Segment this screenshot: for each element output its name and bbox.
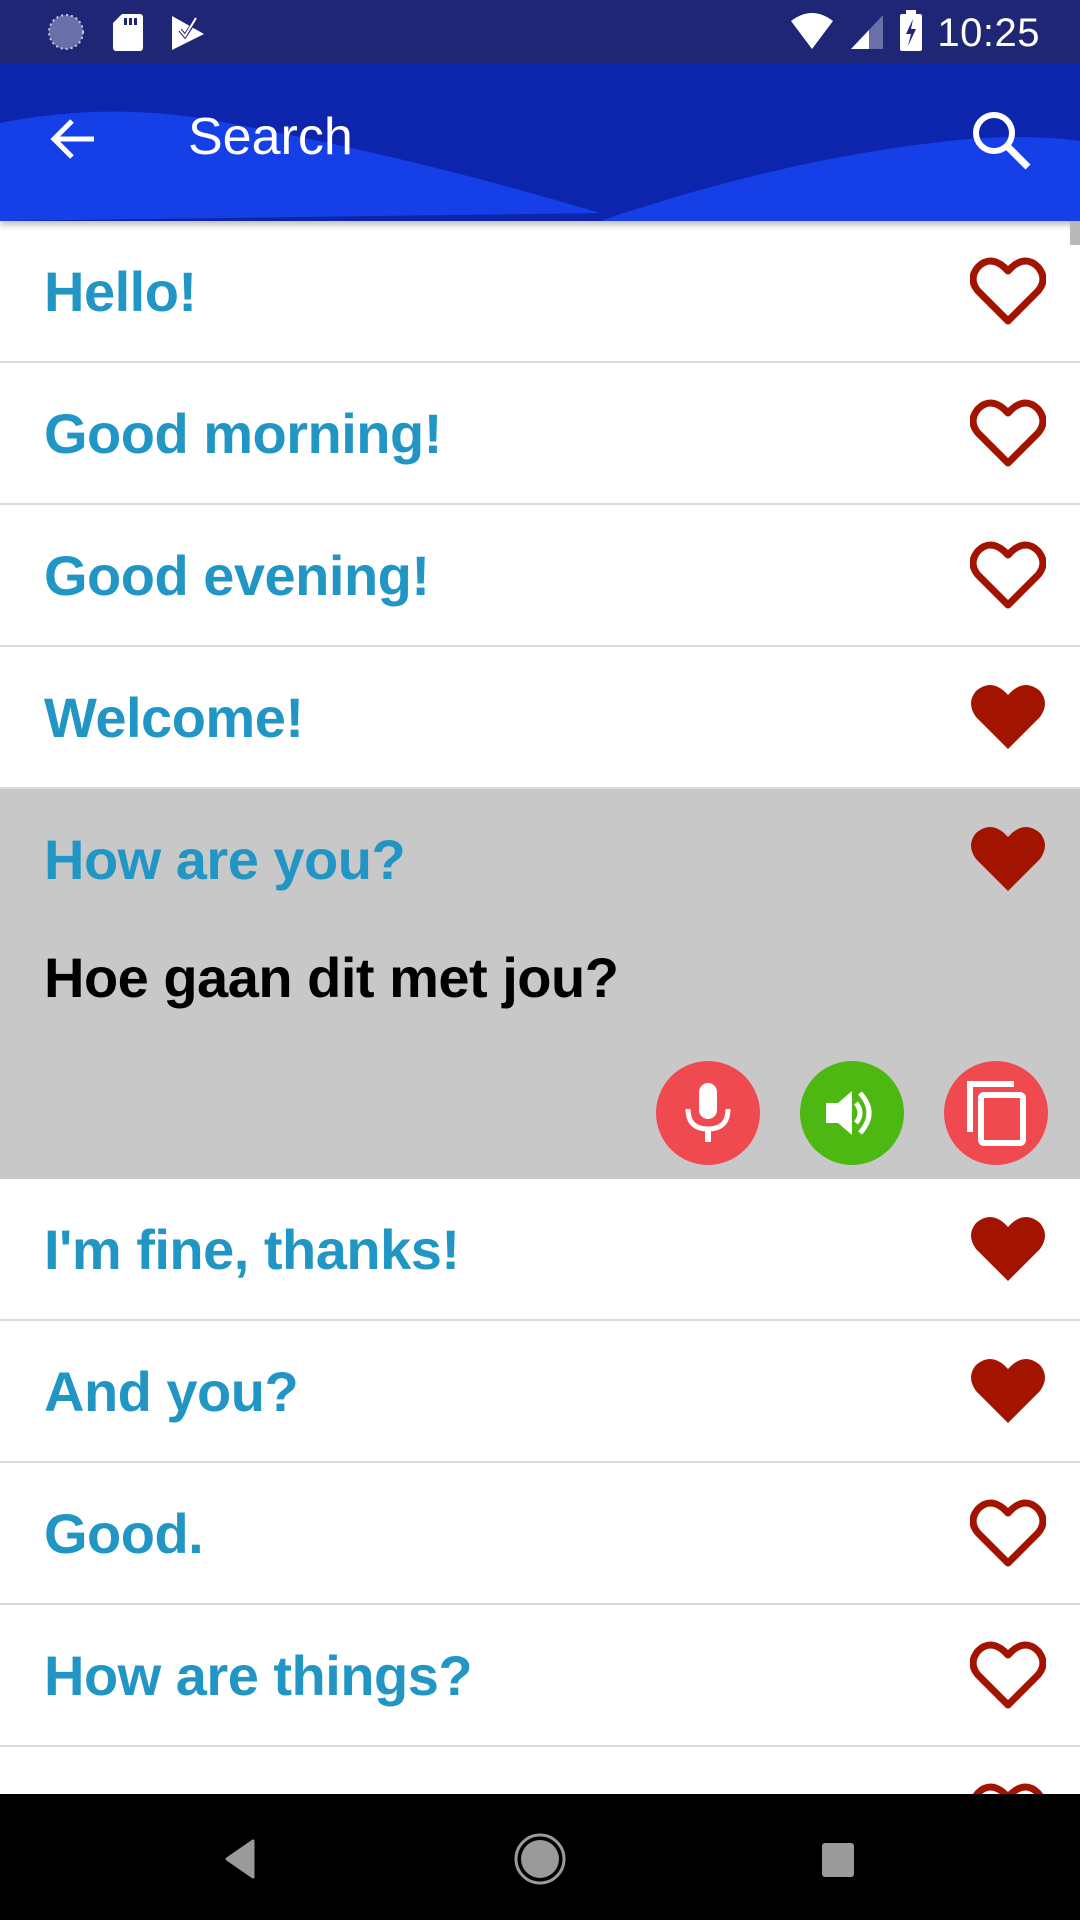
status-right-icons: 10:25 xyxy=(789,10,1040,57)
phrase-text: Hello! xyxy=(44,260,197,323)
search-button[interactable] xyxy=(962,101,1042,181)
phrase-text: Good morning! xyxy=(44,402,442,465)
phrase-text: Good evening! xyxy=(44,544,430,607)
phrase-row-expanded[interactable]: How are you? Hoe gaan dit met jou? xyxy=(0,789,1080,1179)
phrase-row[interactable]: I'm fine, thanks! xyxy=(0,1179,1080,1321)
phrase-row[interactable]: Welcome! xyxy=(0,647,1080,789)
favorite-toggle[interactable] xyxy=(968,535,1048,615)
phrase-list: Hello! Good morning! Good evening! Welco… xyxy=(0,221,1080,1794)
page-title: Search xyxy=(188,108,353,166)
search-icon xyxy=(973,112,1031,170)
phrase-text: How are you? xyxy=(44,828,406,891)
heart-filled-icon xyxy=(971,685,1045,749)
status-bar: 10:25 xyxy=(0,0,1080,63)
phrase-actions xyxy=(656,1061,1048,1165)
status-time: 10:25 xyxy=(937,11,1040,55)
sd-card-icon xyxy=(112,12,144,57)
status-left-icons xyxy=(46,12,206,57)
scrollbar-thumb[interactable] xyxy=(1070,221,1080,245)
nav-home-button[interactable] xyxy=(505,1824,575,1894)
favorite-toggle[interactable] xyxy=(968,1351,1048,1431)
favorite-toggle[interactable] xyxy=(968,677,1048,757)
heart-filled-icon xyxy=(971,827,1045,891)
app-bar: Search xyxy=(0,63,1080,221)
play-audio-button[interactable] xyxy=(800,1061,904,1165)
heart-filled-icon xyxy=(971,1359,1045,1423)
heart-outline-icon xyxy=(970,257,1046,325)
favorite-toggle[interactable] xyxy=(968,1635,1048,1715)
favorite-toggle[interactable] xyxy=(968,819,1048,899)
favorite-toggle[interactable] xyxy=(968,1777,1048,1794)
heart-outline-icon xyxy=(970,1499,1046,1567)
nav-recents-button[interactable] xyxy=(803,1824,873,1894)
back-button[interactable] xyxy=(42,107,106,171)
heart-outline-icon xyxy=(970,399,1046,467)
sync-icon xyxy=(46,12,86,57)
system-nav-bar xyxy=(0,1794,1080,1920)
arrow-back-icon xyxy=(50,119,94,159)
recents-nav-icon xyxy=(822,1843,854,1877)
favorite-toggle[interactable] xyxy=(968,1493,1048,1573)
microphone-icon xyxy=(685,1083,731,1142)
phrase-row[interactable]: Good. xyxy=(0,1463,1080,1605)
app-bar-wave xyxy=(0,111,1080,221)
favorite-toggle[interactable] xyxy=(968,1209,1048,1289)
cell-signal-icon xyxy=(849,11,885,56)
task-check-icon xyxy=(170,12,206,57)
favorite-toggle[interactable] xyxy=(968,393,1048,473)
home-nav-icon xyxy=(514,1833,566,1885)
heart-outline-icon xyxy=(970,541,1046,609)
favorite-toggle[interactable] xyxy=(968,251,1048,331)
speaker-icon xyxy=(826,1091,872,1135)
heart-filled-icon xyxy=(971,1217,1045,1281)
battery-charging-icon xyxy=(899,10,923,57)
copy-button[interactable] xyxy=(944,1061,1048,1165)
nav-back-button[interactable] xyxy=(206,1824,276,1894)
wifi-icon xyxy=(789,11,835,56)
phrase-row[interactable]: Hello! xyxy=(0,221,1080,363)
phrase-row[interactable] xyxy=(0,1747,1080,1794)
phrase-row[interactable]: And you? xyxy=(0,1321,1080,1463)
phrase-row[interactable]: Good evening! xyxy=(0,505,1080,647)
heart-outline-icon xyxy=(972,1783,1044,1794)
phrase-text: And you? xyxy=(44,1360,299,1423)
record-button[interactable] xyxy=(656,1061,760,1165)
copy-icon xyxy=(967,1081,1026,1146)
phrase-row[interactable]: How are things? xyxy=(0,1605,1080,1747)
back-nav-icon xyxy=(225,1839,255,1879)
phrase-text: Welcome! xyxy=(44,686,304,749)
phrase-row[interactable]: Good morning! xyxy=(0,363,1080,505)
heart-outline-icon xyxy=(970,1641,1046,1709)
phrase-text: How are things? xyxy=(44,1644,473,1707)
phrase-text: I'm fine, thanks! xyxy=(44,1218,460,1281)
translation-text: Hoe gaan dit met jou? xyxy=(44,946,619,1009)
phrase-text: Good. xyxy=(44,1502,204,1565)
